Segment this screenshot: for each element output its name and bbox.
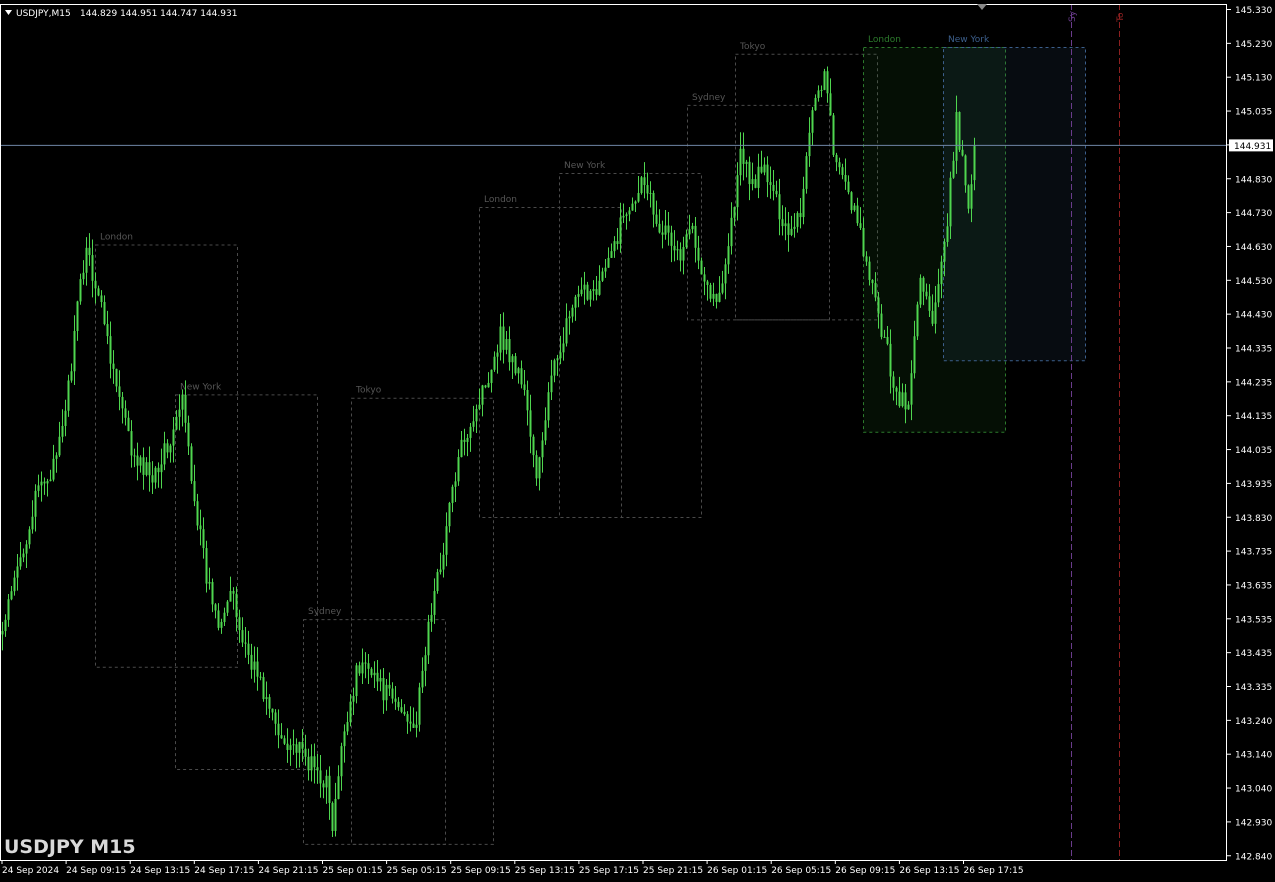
time-tick-label: 25 Sep 21:15 [643, 866, 703, 876]
candle [958, 111, 961, 153]
price-tick-label: 144.035 [1235, 446, 1272, 456]
session-label: Tokyo [355, 386, 382, 396]
price-tick-label: 145.230 [1235, 40, 1272, 50]
price-tick-label: 145.035 [1235, 108, 1272, 118]
session-label: London [484, 195, 517, 205]
candle [832, 112, 835, 157]
candle [805, 152, 808, 194]
price-tick-label: 144.530 [1235, 277, 1272, 287]
time-tick-label: 24 Sep 17:15 [194, 866, 254, 876]
price-tick-label: 145.130 [1235, 74, 1272, 84]
time-tick-label: 26 Sep 05:15 [771, 866, 831, 876]
candle [640, 175, 643, 195]
candle [67, 374, 70, 417]
price-tick-label: 143.240 [1235, 717, 1272, 727]
session-label: Tokyo [739, 42, 766, 52]
time-tick-label: 25 Sep 05:15 [387, 866, 447, 876]
price-tick-label: 143.140 [1235, 751, 1272, 761]
price-tick-label: 143.335 [1235, 683, 1272, 693]
price-tick-label: 143.935 [1235, 480, 1272, 490]
session-label: London [100, 232, 133, 242]
price-tick-label: 143.040 [1235, 785, 1272, 795]
time-tick-label: 26 Sep 17:15 [964, 866, 1024, 876]
price-tick-label: 144.730 [1235, 209, 1272, 219]
price-tick-label: 144.135 [1235, 412, 1272, 422]
price-tick-label: 144.830 [1235, 175, 1272, 185]
session-start-label: Sy [1068, 10, 1078, 22]
session-label: London [868, 35, 901, 45]
price-tick-label: 144.630 [1235, 243, 1272, 253]
time-tick-label: 26 Sep 09:15 [835, 866, 895, 876]
price-tick-label: 143.735 [1235, 548, 1272, 558]
time-tick-label: 26 Sep 13:15 [899, 866, 959, 876]
candle [418, 682, 421, 732]
time-tick-label: 25 Sep 13:15 [515, 866, 575, 876]
price-tick-label: 144.430 [1235, 311, 1272, 321]
candle [436, 568, 439, 594]
symbol-watermark: USDJPY M15 [4, 836, 136, 858]
session-label: Sydney [692, 93, 726, 103]
price-tick-label: 144.335 [1235, 345, 1272, 355]
session-start-label: To [1116, 12, 1126, 23]
price-tick-label: 144.235 [1235, 378, 1272, 388]
session-box[interactable]: New York [943, 35, 1086, 362]
current-price-label: 144.931 [1234, 142, 1271, 152]
price-tick-label: 143.535 [1235, 615, 1272, 625]
symbol-timeframe-header: USDJPY,M15 [16, 9, 71, 19]
candle [514, 353, 517, 376]
time-tick-label: 24 Sep 13:15 [130, 866, 190, 876]
candle [190, 443, 193, 484]
time-tick-label: 25 Sep 09:15 [451, 866, 511, 876]
session-label: New York [180, 382, 222, 392]
candle [586, 281, 589, 301]
time-tick-label: 25 Sep 17:15 [579, 866, 639, 876]
candle [919, 274, 922, 308]
price-tick-label: 143.830 [1235, 514, 1272, 524]
session-label: New York [948, 35, 990, 45]
price-tick-label: 142.930 [1235, 818, 1272, 828]
candle [916, 301, 919, 341]
session-label: New York [564, 161, 606, 171]
time-tick-label: 25 Sep 01:15 [323, 866, 383, 876]
time-tick-label: 24 Sep 09:15 [66, 866, 126, 876]
ohlc-header: 144.829 144.951 144.747 144.931 [80, 9, 237, 19]
session-label: Sydney [308, 607, 342, 617]
price-tick-label: 143.435 [1235, 649, 1272, 659]
candle [823, 68, 826, 91]
price-chart[interactable]: London New York Sydney Tokyo London New York S… [0, 0, 1275, 882]
price-tick-label: 145.330 [1235, 6, 1272, 16]
time-tick-label: 24 Sep 2024 [2, 866, 59, 876]
time-tick-label: 24 Sep 21:15 [258, 866, 318, 876]
time-tick-label: 26 Sep 01:15 [707, 866, 767, 876]
price-tick-label: 142.840 [1235, 852, 1272, 862]
price-tick-label: 143.635 [1235, 581, 1272, 591]
